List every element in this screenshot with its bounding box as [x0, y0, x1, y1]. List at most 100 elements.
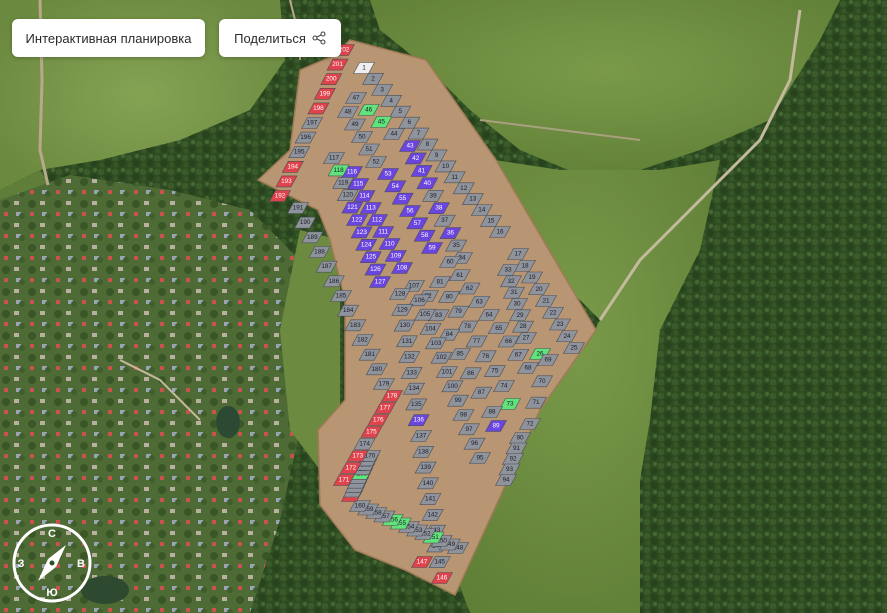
lot-number: 103: [431, 340, 442, 347]
compass-north: С: [48, 528, 56, 540]
lot-number: 173: [352, 453, 363, 460]
lot-number: 12: [460, 185, 468, 192]
lot-number: 95: [476, 455, 484, 462]
lot-number: 15: [487, 218, 495, 225]
lot-number: 44: [390, 131, 398, 138]
compass-west: З: [18, 558, 25, 570]
lot-number: 8: [426, 141, 430, 148]
lot-number: 94: [502, 477, 510, 484]
lot-number: 194: [287, 163, 298, 170]
lot-number: 56: [406, 208, 414, 215]
lot-number: 111: [378, 229, 388, 236]
lot-number: 142: [427, 511, 438, 518]
lot-number: 86: [467, 370, 475, 377]
lot-number: 49: [351, 121, 359, 128]
lot-number: 141: [425, 496, 436, 503]
lot-number: 33: [504, 267, 512, 274]
lot-number: 101: [442, 369, 453, 376]
lot-number: 64: [485, 312, 493, 319]
lot-number: 73: [506, 401, 514, 408]
lot-number: 131: [402, 338, 413, 345]
lot-number: 9: [435, 152, 439, 159]
lot-number: 176: [373, 417, 384, 424]
lot-number: 136: [413, 417, 424, 424]
lot-number: 41: [418, 167, 426, 174]
lot-number: 181: [364, 351, 375, 358]
lot-number: 39: [430, 192, 438, 199]
lot-number: 91: [513, 445, 521, 452]
lot-number: 93: [506, 466, 514, 473]
lot-number: 113: [366, 205, 377, 212]
lot-number: 67: [515, 351, 523, 358]
lot-number: 179: [379, 381, 390, 388]
interactive-plan-button[interactable]: Интерактивная планировка: [12, 19, 205, 57]
lot-number: 53: [384, 171, 392, 178]
lot-number: 36: [447, 230, 455, 237]
lot-number: 102: [436, 354, 447, 361]
lot-number: 70: [538, 378, 546, 385]
lot-number: 138: [418, 448, 429, 455]
lot-number: 115: [353, 181, 364, 188]
lot-number: 125: [365, 254, 376, 261]
lot-number: 22: [549, 309, 557, 316]
lot-number: 126: [370, 266, 381, 273]
lot-number: 79: [455, 308, 463, 315]
lot-number: 109: [390, 253, 401, 260]
lot-number: 183: [350, 322, 361, 329]
lot-number: 17: [514, 251, 522, 258]
lot-number: 10: [442, 163, 450, 170]
lot-number: 23: [556, 321, 564, 328]
lot-number: 119: [338, 179, 349, 186]
lot-number: 171: [339, 477, 350, 484]
lot-number: 105: [420, 311, 431, 318]
satellite-map[interactable]: 1234567891011121314151617181920212223242…: [0, 0, 887, 613]
lot-number: 48: [344, 109, 352, 116]
lot-number: 54: [392, 183, 400, 190]
lot-number: 29: [516, 312, 524, 319]
lot-number: 108: [397, 265, 408, 272]
lot-number: 7: [417, 130, 421, 137]
lot-number: 11: [451, 174, 458, 181]
lot-number: 134: [409, 385, 420, 392]
lot-number: 174: [359, 441, 370, 448]
lot-number: 196: [300, 134, 311, 141]
lot-number: 199: [319, 90, 330, 97]
lot-number: 85: [456, 351, 464, 358]
lot-number: 123: [356, 229, 367, 236]
lot-number: 58: [421, 232, 429, 239]
lot-number: 182: [357, 337, 368, 344]
share-icon: [312, 31, 326, 45]
lot-number: 133: [406, 369, 417, 376]
lot-number: 132: [404, 354, 415, 361]
lot-number: 118: [334, 167, 345, 174]
lot-number: 24: [563, 333, 571, 340]
lot-number: 104: [425, 326, 436, 333]
lot-number: 13: [469, 196, 477, 203]
lot-number: 51: [365, 146, 373, 153]
lot-number: 45: [378, 119, 386, 126]
share-button[interactable]: Поделиться: [219, 19, 341, 57]
lot-number: 112: [372, 217, 383, 224]
lot-number: 30: [513, 301, 521, 308]
lot-number: 31: [510, 289, 518, 296]
lot-number: 46: [365, 107, 373, 114]
lot-number: 160: [355, 503, 366, 510]
lot-number: 21: [542, 298, 550, 305]
lot-number: 92: [509, 456, 517, 463]
lot-number: 1: [362, 65, 366, 72]
lot-number: 14: [478, 207, 486, 214]
lot-number: 35: [453, 242, 461, 249]
lot-number: 60: [446, 259, 454, 266]
lot-number: 50: [358, 134, 366, 141]
lot-number: 192: [275, 193, 286, 200]
lot-number: 99: [454, 397, 462, 404]
lot-number: 5: [398, 108, 402, 115]
lot-number: 175: [366, 429, 377, 436]
lot-number: 98: [460, 412, 468, 419]
lot-number: 178: [387, 393, 398, 400]
lot-number: 114: [359, 193, 370, 200]
lot-number: 195: [294, 149, 305, 156]
compass-icon[interactable]: С Ю З В: [8, 519, 96, 607]
lot-number: 2: [371, 75, 375, 82]
lot-number: 180: [371, 366, 382, 373]
